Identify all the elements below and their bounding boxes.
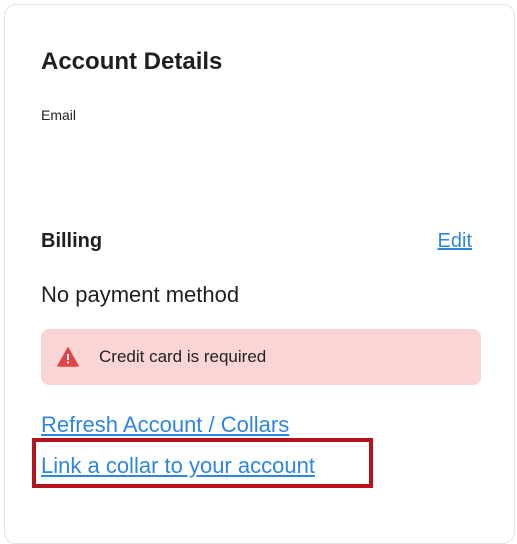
billing-title: Billing (41, 230, 103, 252)
credit-card-required-alert: Credit card is required (41, 329, 481, 385)
alert-text: Credit card is required (99, 347, 267, 366)
edit-billing-link[interactable]: Edit (438, 227, 472, 255)
refresh-account-link[interactable]: Refresh Account / Collars (41, 410, 315, 440)
payment-status-text: No payment method (41, 282, 240, 307)
account-links: Refresh Account / Collars Link a collar … (41, 410, 315, 481)
billing-header: Billing Edit (41, 227, 472, 255)
link-collar-link[interactable]: Link a collar to your account (41, 451, 315, 481)
page-title: Account Details (41, 48, 223, 75)
warning-triangle-icon (57, 347, 79, 367)
email-label: Email (41, 107, 77, 123)
account-details-card: Account Details Email Billing Edit No pa… (4, 4, 515, 544)
